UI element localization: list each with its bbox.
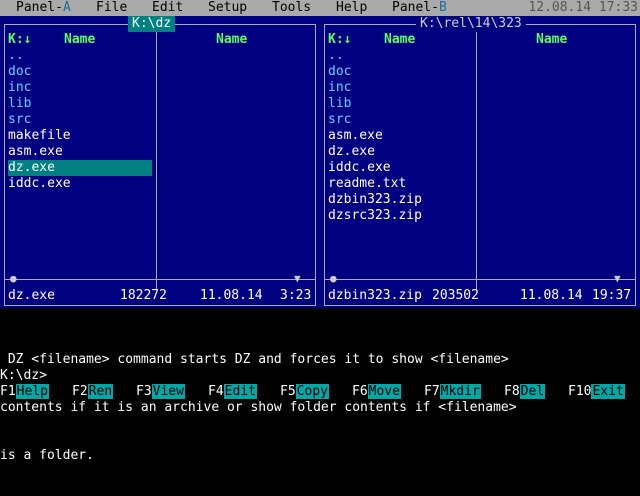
menu-bar: Panel-A File Edit Setup Tools Help Panel… bbox=[0, 0, 640, 16]
list-item[interactable]: doc bbox=[8, 64, 152, 80]
panel-b-column-divider bbox=[476, 24, 477, 290]
panel-a-name-header[interactable]: Name bbox=[64, 32, 95, 48]
scroll-left-icon[interactable]: ● bbox=[330, 272, 337, 286]
list-item[interactable]: lib bbox=[328, 96, 472, 112]
list-item[interactable]: asm.exe bbox=[328, 128, 472, 144]
panel-a-status-size: 182272 bbox=[120, 288, 167, 303]
list-item[interactable]: doc bbox=[328, 64, 472, 80]
panel-a-name-header-2[interactable]: Name bbox=[216, 32, 247, 48]
list-item[interactable]: .. bbox=[8, 48, 152, 64]
panel-b-name-header-2[interactable]: Name bbox=[536, 32, 567, 48]
list-item[interactable]: asm.exe bbox=[8, 144, 152, 160]
f6-move-button[interactable]: F6Move bbox=[352, 384, 401, 400]
help-text-line: DZ <filename> command starts DZ and forc… bbox=[0, 352, 509, 367]
menu-panel-b[interactable]: Panel-B bbox=[392, 0, 447, 16]
f7-mkdir-button[interactable]: F7Mkdir bbox=[424, 384, 481, 400]
f3-view-button[interactable]: F3View bbox=[136, 384, 185, 400]
help-text: DZ <filename> command starts DZ and forc… bbox=[0, 320, 640, 496]
f2-rename-button[interactable]: F2Ren bbox=[72, 384, 114, 400]
function-key-bar: F1Help F2Ren F3View F4Edit F5Copy F6Move… bbox=[0, 384, 640, 400]
list-item[interactable]: .. bbox=[328, 48, 472, 64]
list-item[interactable]: src bbox=[8, 112, 152, 128]
f5-copy-button[interactable]: F5Copy bbox=[280, 384, 329, 400]
panel-b-status-name: dzbin323.zip bbox=[328, 288, 422, 303]
list-item[interactable]: dzsrc323.zip bbox=[328, 208, 472, 224]
menu-edit[interactable]: Edit bbox=[152, 0, 183, 16]
clock: 12.08.14 17:33 bbox=[528, 0, 638, 15]
list-item-selected[interactable]: dz.exe bbox=[8, 160, 152, 176]
scroll-down-icon[interactable]: ▼ bbox=[614, 272, 621, 286]
help-text-line: contents if it is an archive or show fol… bbox=[0, 400, 517, 415]
scroll-left-icon[interactable]: ● bbox=[10, 272, 17, 286]
list-item[interactable]: iddc.exe bbox=[328, 160, 472, 176]
list-item[interactable]: iddc.exe bbox=[8, 176, 152, 192]
menu-help[interactable]: Help bbox=[336, 0, 367, 16]
f1-help-button[interactable]: F1Help bbox=[0, 384, 49, 400]
list-item[interactable]: readme.txt bbox=[328, 176, 472, 192]
panel-b-file-list: .. doc inc lib src asm.exe dz.exe iddc.e… bbox=[328, 48, 472, 224]
menu-panel-a[interactable]: Panel-A bbox=[16, 0, 71, 16]
panel-a-sort-indicator[interactable]: K:↓ bbox=[8, 32, 31, 48]
menu-tools[interactable]: Tools bbox=[272, 0, 311, 16]
panel-a-column-divider bbox=[156, 24, 157, 290]
panel-b[interactable]: K:\rel\14\323 K:↓ Name Name .. doc inc l… bbox=[320, 16, 640, 308]
f4-edit-button[interactable]: F4Edit bbox=[208, 384, 257, 400]
list-item[interactable]: makefile bbox=[8, 128, 152, 144]
panel-a[interactable]: K:\dz K:↓ Name Name .. doc inc lib src m… bbox=[0, 16, 320, 308]
help-text-line: is a folder. bbox=[0, 448, 94, 463]
list-item[interactable]: dz.exe bbox=[328, 144, 472, 160]
panel-a-status-date: 11.08.14 bbox=[200, 288, 263, 303]
panel-b-status-divider bbox=[325, 279, 635, 280]
panel-a-status-name: dz.exe bbox=[8, 288, 55, 303]
f10-exit-button[interactable]: F10Exit bbox=[568, 384, 625, 400]
list-item[interactable]: lib bbox=[8, 96, 152, 112]
f8-delete-button[interactable]: F8Del bbox=[504, 384, 546, 400]
panel-b-sort-indicator[interactable]: K:↓ bbox=[328, 32, 351, 48]
panel-b-path: K:\rel\14\323 bbox=[416, 16, 526, 32]
list-item[interactable]: dzbin323.zip bbox=[328, 192, 472, 208]
panel-b-status-size: 203502 bbox=[432, 288, 479, 303]
screen: Panel-A File Edit Setup Tools Help Panel… bbox=[0, 0, 640, 463]
list-item[interactable]: src bbox=[328, 112, 472, 128]
panel-a-path: K:\dz bbox=[128, 16, 176, 32]
scroll-down-icon[interactable]: ▼ bbox=[294, 272, 301, 286]
panel-a-file-list: .. doc inc lib src makefile asm.exe dz.e… bbox=[8, 48, 152, 192]
menu-file[interactable]: File bbox=[96, 0, 127, 16]
menu-setup[interactable]: Setup bbox=[208, 0, 247, 16]
list-item[interactable]: inc bbox=[8, 80, 152, 96]
panel-b-status-date: 11.08.14 bbox=[520, 288, 583, 303]
list-item[interactable]: inc bbox=[328, 80, 472, 96]
panel-a-status-divider bbox=[5, 279, 315, 280]
command-prompt[interactable]: K:\dz> bbox=[0, 368, 640, 384]
panel-b-name-header[interactable]: Name bbox=[384, 32, 415, 48]
panel-b-status-time: 19:37 bbox=[592, 288, 632, 303]
panel-a-status-time: 3:23 bbox=[280, 288, 312, 303]
